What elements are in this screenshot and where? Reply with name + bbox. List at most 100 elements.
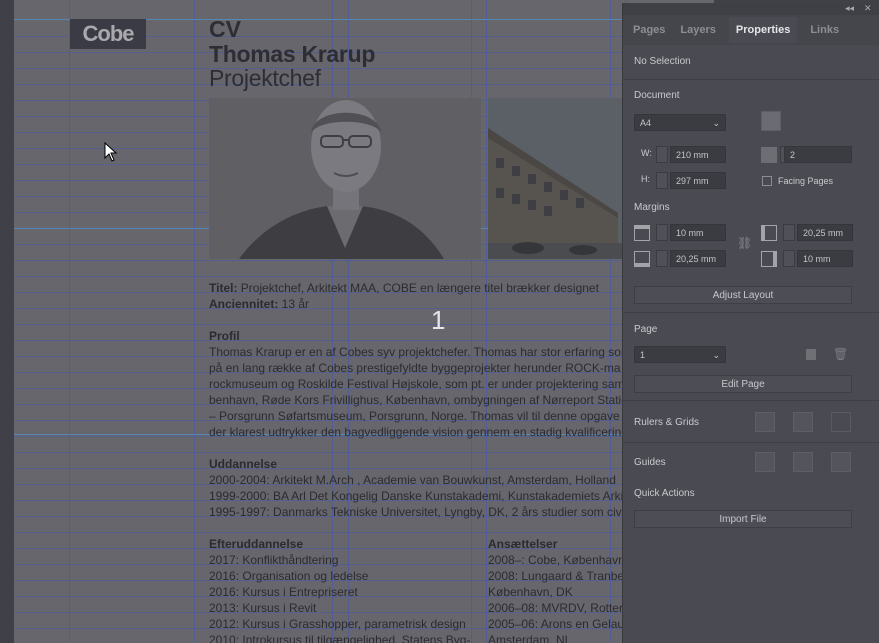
layout-grid-icon[interactable] — [831, 412, 851, 432]
tab-properties[interactable]: Properties — [728, 17, 798, 43]
selection-status: No Selection — [634, 56, 691, 67]
baseline-gridline — [14, 468, 714, 469]
page-section-label: Page — [634, 324, 658, 335]
cobe-logo: Cobe — [70, 19, 146, 49]
baseline-gridline — [14, 260, 714, 261]
list-item: 2017: Konflikthåndtering — [209, 553, 339, 567]
column-guide — [348, 0, 349, 643]
cv-heading[interactable]: CV — [209, 17, 241, 41]
facing-pages-label: Facing Pages — [778, 176, 834, 186]
list-item: 2006–08: MVRDV, Rotterd — [488, 601, 630, 615]
link-margins-icon[interactable]: ⛓ — [737, 236, 752, 250]
pages-count-field[interactable]: 2 — [784, 146, 852, 163]
landscape-orientation-icon[interactable] — [787, 111, 807, 131]
adjust-layout-button[interactable]: Adjust Layout — [634, 286, 852, 304]
cv-text-line: – Porsgrunn Søfartsmuseum, Porsgrunn, No… — [209, 409, 641, 423]
width-label: W: — [641, 148, 652, 158]
top-margin-field[interactable]: 10 mm — [670, 224, 726, 241]
collapse-panel-icon[interactable]: ◂◂ — [845, 3, 854, 14]
baseline-gridline — [14, 324, 714, 325]
outside-margin-field[interactable]: 10 mm — [797, 250, 853, 267]
quick-actions-label: Quick Actions — [634, 488, 695, 499]
rulers-grids-label: Rulers & Grids — [634, 417, 700, 428]
cv-text-line: rockmuseum og Roskilde Festival Højskole… — [209, 377, 640, 391]
baseline-gridline — [14, 68, 714, 69]
tab-pages[interactable]: Pages — [631, 17, 667, 43]
cv-text-line: 1995-1997: Danmarks Tekniske Universitet… — [209, 505, 637, 519]
show-guides-icon[interactable] — [755, 452, 775, 472]
trash-icon[interactable]: 🗑 — [833, 347, 848, 361]
pages-count-icon — [761, 147, 777, 163]
lock-guides-icon[interactable] — [793, 452, 813, 472]
inside-margin-icon — [761, 225, 777, 241]
height-label: H: — [641, 174, 650, 184]
person-role[interactable]: Projektchef — [209, 66, 321, 90]
cv-text-line: Uddannelse — [209, 457, 278, 471]
divider — [623, 400, 879, 401]
baseline-gridline — [14, 308, 714, 309]
section-heading-efteruddannelse: Efteruddannelse — [209, 537, 304, 551]
height-stepper[interactable] — [656, 172, 668, 189]
bottom-margin-icon — [634, 251, 650, 267]
baseline-gridline — [14, 532, 714, 533]
width-field[interactable]: 210 mm — [670, 146, 726, 163]
list-item: 2012: Kursus i Grasshopper, parametrisk … — [209, 617, 466, 631]
column-guide — [332, 0, 333, 643]
close-panel-icon[interactable]: ✕ — [864, 3, 872, 14]
ruler-icon[interactable] — [755, 412, 775, 432]
width-stepper[interactable] — [656, 146, 668, 163]
cv-text-line: 1999-2000: BA Arl Det Kongelig Danske Ku… — [209, 489, 627, 503]
section-heading-ansaettelser: Ansættelser — [488, 537, 558, 551]
import-file-button[interactable]: Import File — [634, 510, 852, 528]
list-item: København, DK — [488, 585, 573, 599]
outside-margin-stepper[interactable] — [783, 250, 795, 267]
list-item: Amsterdam, NL — [488, 633, 572, 643]
cv-text-line: der klarest udtrykker den bagvedliggende… — [209, 425, 628, 439]
cv-text-line: Anciennitet: 13 år — [209, 297, 310, 311]
divider — [623, 312, 879, 313]
list-item: 2016: Organisation og ledelse — [209, 569, 369, 583]
baseline-gridline — [14, 276, 714, 277]
column-guide — [69, 0, 70, 643]
list-item: 2005–06: Arons en Gelau — [488, 617, 625, 631]
cv-text-line: Profil — [209, 329, 240, 343]
list-item: 2008: Lungaard & Tranbe — [488, 569, 625, 583]
tab-links[interactable]: Links — [808, 17, 841, 43]
list-item: 2008–: Cobe, København — [488, 553, 625, 567]
inside-margin-field[interactable]: 20,25 mm — [797, 224, 853, 241]
column-guide — [471, 0, 472, 643]
baseline-gridline — [14, 548, 714, 549]
bottom-margin-stepper[interactable] — [656, 250, 668, 267]
baseline-grid-icon[interactable] — [793, 412, 813, 432]
inside-margin-stepper[interactable] — [783, 224, 795, 241]
page-size-value: A4 — [640, 118, 652, 128]
margins-section-label: Margins — [634, 202, 670, 213]
properties-panel: ◂◂ ✕ Pages Layers Properties Links No Se… — [622, 3, 879, 643]
column-guide — [610, 0, 611, 643]
facing-pages-checkbox[interactable] — [762, 176, 772, 186]
portrait-orientation-icon[interactable] — [761, 111, 781, 131]
portrait-image[interactable] — [209, 98, 481, 259]
height-field[interactable]: 297 mm — [670, 172, 726, 189]
document-section-label: Document — [634, 90, 680, 101]
panel-title-bar: ◂◂ ✕ — [623, 3, 879, 15]
column-guide — [486, 0, 487, 643]
current-page-select[interactable]: 1 ⌄ — [634, 346, 726, 363]
bottom-margin-field[interactable]: 20,25 mm — [670, 250, 726, 267]
page-size-select[interactable]: A4 ⌄ — [634, 114, 726, 131]
list-item: 2010: Introkursus til tilgængelighed, St… — [209, 633, 471, 643]
top-margin-icon — [634, 225, 650, 241]
cv-text-line: på en lang række af Cobes prestigefyldte… — [209, 361, 621, 375]
smart-guides-icon[interactable] — [831, 452, 851, 472]
person-name[interactable]: Thomas Krarup — [209, 42, 375, 66]
top-margin-stepper[interactable] — [656, 224, 668, 241]
chevron-down-icon: ⌄ — [712, 350, 720, 360]
mouse-cursor-icon — [104, 141, 118, 167]
document-page[interactable]: Cobe CV Thomas Krarup Projektchef Titel:… — [14, 0, 714, 643]
divider — [623, 79, 879, 80]
tab-layers[interactable]: Layers — [678, 17, 717, 43]
workspace: Cobe CV Thomas Krarup Projektchef Titel:… — [0, 0, 879, 643]
chevron-down-icon: ⌄ — [712, 118, 720, 128]
new-page-icon[interactable] — [806, 349, 816, 360]
edit-page-button[interactable]: Edit Page — [634, 375, 852, 393]
